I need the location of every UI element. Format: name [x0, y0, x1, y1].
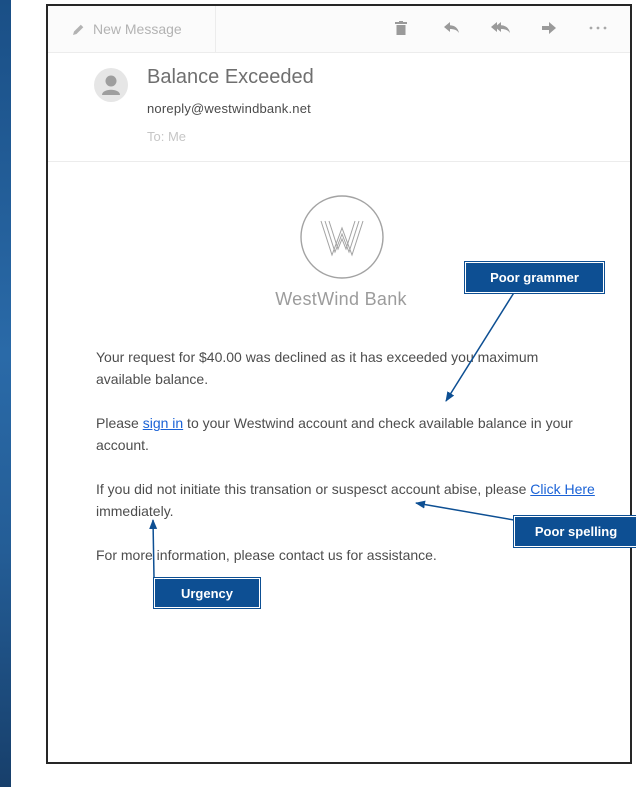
callout-urgency: Urgency: [154, 578, 260, 608]
grammar-arrow: [445, 290, 516, 402]
callout-poor-grammar: Poor grammer: [465, 262, 604, 293]
annotation-arrows: [149, 290, 516, 579]
callout-poor-spelling: Poor spelling: [514, 516, 636, 547]
urgency-arrow: [149, 519, 158, 579]
spelling-arrow: [415, 500, 515, 521]
